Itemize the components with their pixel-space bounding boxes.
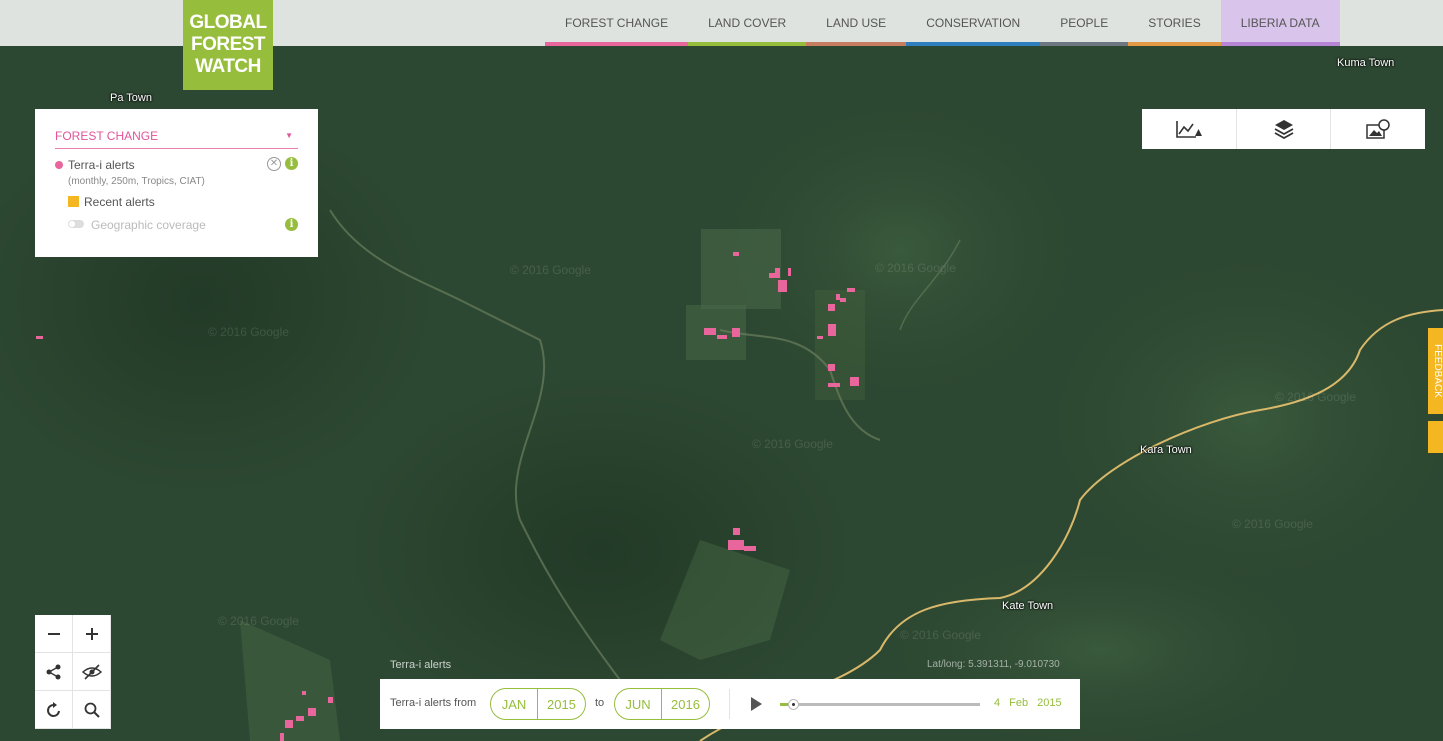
- layer-color-dot: [55, 161, 63, 169]
- map-watermark: © 2016 Google: [752, 437, 833, 451]
- divider: [729, 689, 730, 719]
- search-button[interactable]: [73, 691, 111, 729]
- recent-alerts-swatch: [68, 196, 79, 207]
- map-watermark: © 2016 Google: [875, 261, 956, 275]
- geographic-coverage-label: Geographic coverage: [91, 218, 206, 232]
- recent-alerts-label: Recent alerts: [84, 195, 155, 209]
- analysis-button[interactable]: [1142, 109, 1236, 149]
- reset-button[interactable]: [35, 691, 73, 729]
- nav-item-label: LAND USE: [826, 16, 887, 30]
- remove-layer-icon[interactable]: ✕: [267, 157, 281, 171]
- timeline-track[interactable]: [780, 703, 980, 706]
- info-icon[interactable]: i: [285, 218, 298, 231]
- eye-slash-icon: [81, 663, 102, 680]
- map-tools: [1142, 109, 1425, 149]
- layer-meta: (monthly, 250m, Tropics, CIAT): [68, 176, 205, 187]
- play-icon[interactable]: [751, 697, 762, 711]
- map-watermark: © 2016 Google: [1275, 390, 1356, 404]
- nav-item-label: PEOPLE: [1060, 16, 1109, 30]
- map-watermark: © 2016 Google: [208, 325, 289, 339]
- logo-line: WATCH: [195, 56, 261, 77]
- caret-down-icon: ▼: [285, 131, 293, 140]
- timeline-handle[interactable]: [788, 699, 799, 710]
- geographic-coverage-toggle[interactable]: [68, 220, 84, 228]
- basemap-button[interactable]: [1330, 109, 1425, 149]
- nav-item-people[interactable]: PEOPLE: [1040, 0, 1129, 46]
- share-button[interactable]: [35, 653, 73, 691]
- layer-name: Terra-i alerts: [68, 158, 135, 172]
- to-month-select[interactable]: JUN: [615, 689, 661, 719]
- place-label: Kuma Town: [1337, 57, 1395, 69]
- nav-color-bar: [1128, 42, 1221, 46]
- nav-color-bar: [545, 42, 689, 46]
- nav-item-label: LAND COVER: [708, 16, 787, 30]
- search-icon: [84, 702, 100, 718]
- plus-icon: [85, 627, 98, 640]
- basemap-icon: [1366, 119, 1390, 139]
- toggle-visibility-button[interactable]: [73, 653, 111, 691]
- from-year-select[interactable]: 2015: [537, 689, 585, 719]
- current-date: 4 Feb 2015: [994, 697, 1062, 709]
- timeline-prefix: Terra-i alerts from: [390, 697, 477, 709]
- timeline-panel: Terra-i alerts from JAN 2015 to JUN 2016…: [380, 679, 1080, 729]
- logo-line: GLOBAL: [189, 12, 267, 33]
- to-date-picker: JUN 2016: [614, 688, 710, 720]
- from-month-select[interactable]: JAN: [491, 689, 537, 719]
- latlong-readout: Lat/long: 5.391311, -9.010730: [927, 659, 1060, 670]
- place-label: Kate Town: [1002, 600, 1054, 612]
- minus-icon: [47, 632, 60, 635]
- layers-icon: [1274, 120, 1293, 139]
- share-icon: [46, 664, 60, 679]
- main-nav: FOREST CHANGE LAND COVER LAND USE CONSERVAT…: [545, 0, 1340, 46]
- nav-item-label: FOREST CHANGE: [565, 16, 669, 30]
- from-date-picker: JAN 2015: [490, 688, 586, 720]
- layers-button[interactable]: [1235, 109, 1331, 149]
- info-icon[interactable]: i: [285, 157, 298, 170]
- gfw-logo[interactable]: GLOBAL FOREST WATCH: [183, 0, 273, 90]
- map-controls: [35, 615, 111, 729]
- nav-item-conservation[interactable]: CONSERVATION: [906, 0, 1041, 46]
- nav-item-forest-change[interactable]: FOREST CHANGE: [545, 0, 689, 46]
- to-year-select[interactable]: 2016: [661, 689, 709, 719]
- nav-item-label: LIBERIA DATA: [1240, 16, 1320, 30]
- nav-item-land-use[interactable]: LAND USE: [806, 0, 907, 46]
- feedback-tab[interactable]: FEEDBACK: [1428, 328, 1443, 414]
- map-watermark: © 2016 Google: [900, 628, 981, 642]
- nav-color-bar: [1040, 42, 1129, 46]
- nav-item-liberia-data[interactable]: LIBERIA DATA: [1220, 0, 1340, 46]
- map-watermark: © 2016 Google: [218, 614, 299, 628]
- nav-item-land-cover[interactable]: LAND COVER: [688, 0, 807, 46]
- legend-title: FOREST CHANGE: [55, 129, 159, 143]
- nav-color-bar: [906, 42, 1041, 46]
- map-watermark: © 2016 Google: [510, 263, 591, 277]
- feedback-chat-tab[interactable]: [1428, 421, 1443, 453]
- timeline-to-label: to: [595, 697, 605, 709]
- nav-color-bar: [688, 42, 807, 46]
- nav-item-stories[interactable]: STORIES: [1128, 0, 1221, 46]
- layer-legend-panel: FOREST CHANGE ▼ Terra-i alerts (monthly,…: [35, 109, 318, 257]
- place-label: Kara Town: [1140, 444, 1192, 456]
- refresh-icon: [46, 701, 60, 717]
- zoom-in-button[interactable]: [73, 615, 111, 653]
- map-watermark: © 2016 Google: [1232, 517, 1313, 531]
- logo-line: FOREST: [190, 34, 266, 55]
- place-label: Pa Town: [110, 92, 152, 104]
- nav-color-bar: [806, 42, 907, 46]
- nav-item-label: CONSERVATION: [926, 16, 1021, 30]
- nav-item-label: STORIES: [1148, 16, 1201, 30]
- layer-caption: Terra-i alerts: [390, 659, 452, 671]
- analysis-alert-icon: [1176, 121, 1202, 138]
- nav-color-bar: [1220, 42, 1340, 46]
- legend-category-dropdown[interactable]: FOREST CHANGE ▼: [55, 127, 298, 149]
- zoom-out-button[interactable]: [35, 615, 73, 653]
- timeline-progress: [780, 703, 788, 706]
